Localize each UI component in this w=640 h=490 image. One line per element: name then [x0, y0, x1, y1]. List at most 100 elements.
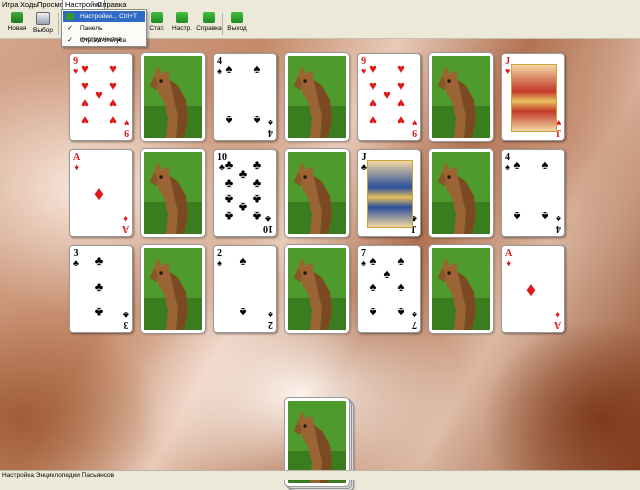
- game-table: 9 ♥ 9 ♥ ♥ ♥ ♥ ♥ ♥ ♥ ♥ ♥ ♥ 4 ♠ 4 ♠ ♠ ♠ ♠ ♠ 9 ♥ 9 ♥ ♥ ♥ ♥ ♥ ♥ ♥ ♥ ♥ ♥ J ♥ J ♥ A ♦…: [0, 39, 640, 490]
- suit-pip-icon: ♠: [541, 209, 549, 224]
- settings-button[interactable]: Настр.: [170, 11, 194, 37]
- card-rank: 4: [268, 127, 273, 138]
- exit-button[interactable]: Выход: [226, 11, 248, 37]
- card-rank: 10: [263, 223, 273, 234]
- suit-pip-icon: ♠: [239, 253, 247, 268]
- card-face-up[interactable]: A ♦ A ♦ ♦: [501, 245, 565, 333]
- suit-pip-icon: ♠: [383, 266, 391, 281]
- status-bar: Настройка Энциклопедии Пасьянсов: [0, 470, 640, 480]
- suit-pip-icon: ♥: [369, 96, 377, 111]
- suit-pip-icon: ♠: [397, 305, 405, 320]
- deer-back-art: [288, 248, 346, 330]
- suit-pip-icon: ♥: [383, 87, 391, 102]
- suit-pip-icon: ♣: [252, 157, 262, 172]
- card-corner: 2 ♠: [217, 249, 222, 268]
- suit-pip-icon: ♠: [541, 157, 549, 172]
- suit-icon: ♥: [505, 66, 511, 76]
- card-rank: 7: [412, 319, 417, 330]
- suit-icon: ♥: [411, 118, 417, 128]
- card-face-down[interactable]: [284, 52, 350, 142]
- exit-icon: [231, 12, 243, 23]
- deer-back-art: [432, 152, 490, 234]
- help-label: Справка: [196, 25, 222, 32]
- card-face-up[interactable]: 9 ♥ 9 ♥ ♥ ♥ ♥ ♥ ♥ ♥ ♥ ♥ ♥: [69, 53, 133, 141]
- card-face-up[interactable]: 4 ♠ 4 ♠ ♠ ♠ ♠ ♠: [501, 149, 565, 237]
- card-face-down[interactable]: [140, 148, 206, 238]
- card-face-up[interactable]: 7 ♠ 7 ♠ ♠ ♠ ♠ ♠ ♠ ♠ ♠: [357, 245, 421, 333]
- suit-icon: ♥: [123, 118, 129, 128]
- card-face-up[interactable]: J ♣ J ♣: [357, 149, 421, 237]
- card-corner: 4 ♠: [268, 118, 273, 138]
- settings-item-icon: [66, 13, 74, 20]
- status-text: Настройка Энциклопедии Пасьянсов: [2, 472, 115, 479]
- card-face-down[interactable]: [140, 52, 206, 142]
- suit-pip-icon: ♣: [238, 200, 248, 215]
- deer-back-art: [432, 248, 490, 330]
- stats-icon: [151, 12, 163, 23]
- card-face-up[interactable]: A ♦ A ♦ ♦: [69, 149, 133, 237]
- suit-icon: ♦: [555, 310, 560, 320]
- card-rank: A: [121, 223, 129, 234]
- suit-pip-icon: ♥: [397, 113, 405, 128]
- suit-pip-icon: ♠: [369, 305, 377, 320]
- suit-pip-icon: ♥: [397, 61, 405, 76]
- choose-game-button[interactable]: Выбор: [32, 11, 54, 37]
- card-face-up[interactable]: 2 ♠ 2 ♠ ♠ ♠: [213, 245, 277, 333]
- deer-back-art: [288, 56, 346, 138]
- suit-pip-icon: ♠: [369, 279, 377, 294]
- card-face-down[interactable]: [140, 244, 206, 334]
- dropdown-item-toolbar[interactable]: ✓ Панель инструментов: [63, 23, 145, 43]
- card-face-down[interactable]: [284, 244, 350, 334]
- card-face-up[interactable]: 3 ♣ 3 ♣ ♣ ♣ ♣: [69, 245, 133, 333]
- suit-pip-icon: ♥: [95, 87, 103, 102]
- card-face-down[interactable]: [284, 148, 350, 238]
- card-face-down[interactable]: [428, 52, 494, 142]
- suit-pip-icon: ♦: [93, 183, 105, 205]
- suit-icon: ♣: [265, 214, 271, 224]
- suit-pip-icon: ♥: [369, 113, 377, 128]
- card-corner: 3 ♣: [123, 310, 129, 330]
- suit-pip-icon: ♥: [109, 96, 117, 111]
- suit-pip-icon: ♣: [224, 157, 234, 172]
- card-face-down[interactable]: [428, 148, 494, 238]
- suit-icon: ♠: [217, 258, 222, 268]
- card-face-up[interactable]: J ♥ J ♥: [501, 53, 565, 141]
- suit-pip-icon: ♥: [109, 61, 117, 76]
- card-rank: 9: [123, 127, 129, 138]
- suit-pip-icon: ♥: [81, 61, 89, 76]
- toolbar-separator: [222, 13, 223, 35]
- check-icon: ✓: [67, 37, 73, 44]
- card-face-up[interactable]: 9 ♥ 9 ♥ ♥ ♥ ♥ ♥ ♥ ♥ ♥ ♥ ♥: [357, 53, 421, 141]
- new-game-button[interactable]: Новая: [6, 11, 28, 37]
- card-face-up[interactable]: 10 ♣ 10 ♣ ♣ ♣ ♣ ♣ ♣ ♣ ♣ ♣ ♣ ♣: [213, 149, 277, 237]
- deer-back-art: [144, 152, 202, 234]
- court-figure: [511, 64, 557, 132]
- suit-pip-icon: ♣: [224, 192, 234, 207]
- suit-pip-icon: ♣: [224, 209, 234, 224]
- dropdown-item-label: Настройки...: [80, 13, 118, 20]
- choose-game-label: Выбор: [33, 27, 53, 34]
- suit-pip-icon: ♠: [397, 279, 405, 294]
- suit-icon: ♦: [123, 214, 128, 224]
- suit-pip-icon: ♠: [239, 305, 247, 320]
- dropdown-item-settings[interactable]: Настройки... Ctrl+T: [63, 11, 145, 22]
- suit-pip-icon: ♣: [94, 253, 104, 268]
- suit-icon: ♠: [268, 310, 273, 320]
- suit-pip-icon: ♣: [252, 209, 262, 224]
- card-face-up[interactable]: 4 ♠ 4 ♠ ♠ ♠ ♠ ♠: [213, 53, 277, 141]
- suit-pip-icon: ♣: [94, 305, 104, 320]
- suit-pip-icon: ♥: [397, 78, 405, 93]
- suit-icon: ♣: [73, 258, 79, 268]
- suit-pip-icon: ♣: [224, 175, 234, 190]
- dropdown-item-statusbar[interactable]: ✓ Строка статуса: [63, 35, 145, 46]
- help-button[interactable]: Справка: [196, 11, 222, 37]
- suit-pip-icon: ♠: [225, 61, 233, 76]
- card-corner: J ♥: [505, 57, 510, 76]
- card-face-down[interactable]: [428, 244, 494, 334]
- suit-icon: ♣: [123, 310, 129, 320]
- stats-button[interactable]: Стат.: [146, 11, 168, 37]
- card-corner: 3 ♣: [73, 249, 79, 268]
- suit-pip-icon: ♥: [81, 78, 89, 93]
- suit-pip-icon: ♠: [225, 113, 233, 128]
- suit-icon: ♦: [506, 258, 511, 268]
